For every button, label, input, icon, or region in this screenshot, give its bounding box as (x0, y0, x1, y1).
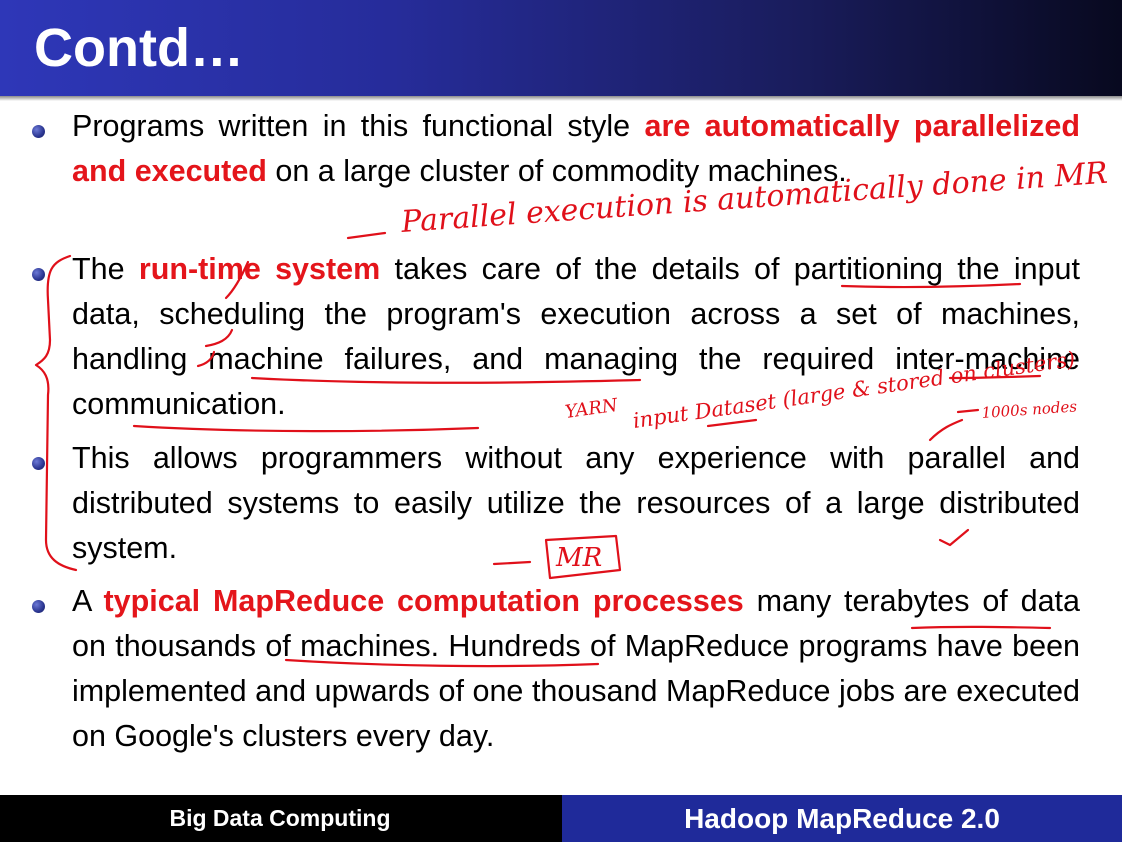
bullet-text: A typical MapReduce computation processe… (72, 579, 1080, 759)
bullet-text-part: This allows programmers without any expe… (72, 441, 1080, 565)
slide-header: Contd… (0, 0, 1122, 96)
bullet-text: The run-time system takes care of the de… (72, 247, 1080, 427)
annotation-bracket (34, 254, 78, 572)
footer-course-text: Big Data Computing (169, 805, 391, 831)
bullet-text: This allows programmers without any expe… (72, 436, 1080, 571)
bullet-icon (32, 268, 45, 281)
bullet-text-part: on a large cluster of commodity machines… (266, 154, 847, 188)
highlighted-text: typical MapReduce computation processes (103, 584, 744, 618)
slide-title: Contd… (34, 18, 244, 78)
highlighted-text: run-time system (138, 252, 381, 286)
bullet-icon (32, 457, 45, 470)
header-divider (0, 96, 1122, 101)
footer-topic-label: Hadoop MapReduce 2.0 (562, 795, 1122, 842)
annotation-dash (346, 231, 387, 240)
footer-course-label: Big Data Computing (0, 795, 562, 842)
bullet-icon (32, 600, 45, 613)
bullet-text-part: The (72, 252, 139, 286)
bullet-text: Programs written in this functional styl… (72, 104, 1080, 194)
footer-topic-text: Hadoop MapReduce 2.0 (684, 802, 1000, 834)
bullet-text-part: A (72, 584, 104, 618)
bullet-icon (32, 125, 45, 138)
bullet-text-part: Programs written in this functional styl… (72, 109, 645, 143)
